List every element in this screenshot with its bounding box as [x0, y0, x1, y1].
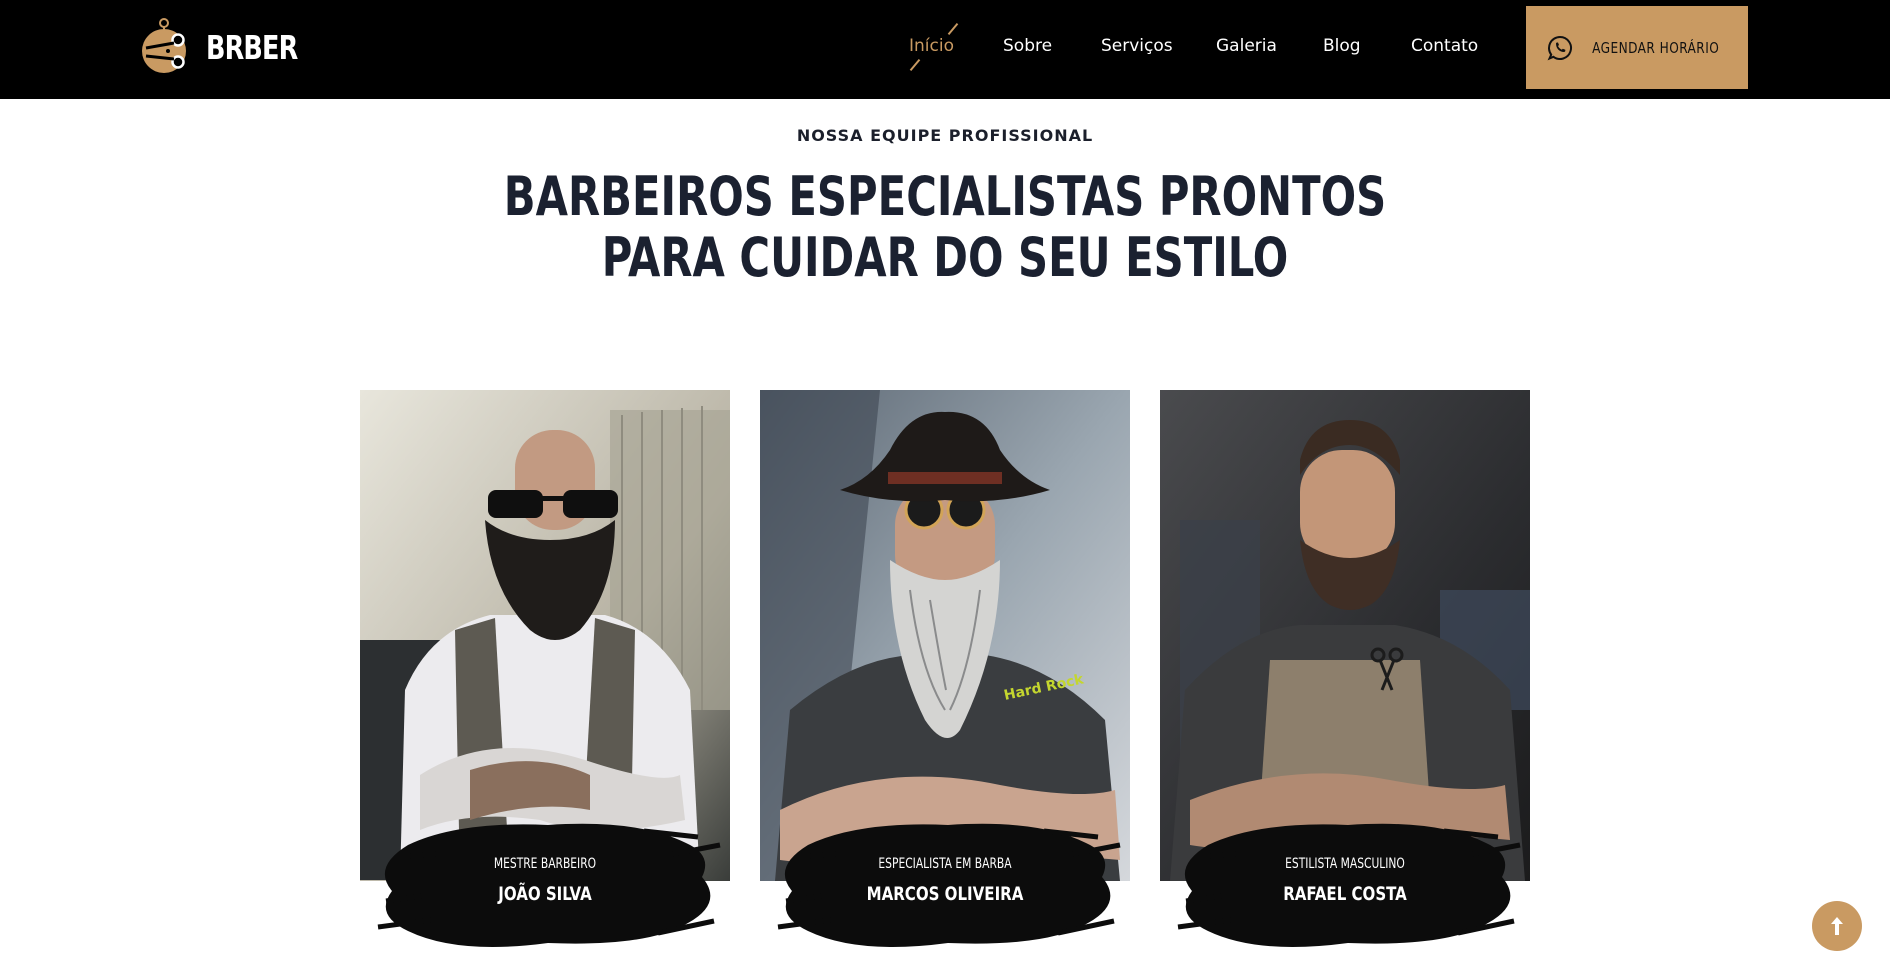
nav-item-blog[interactable]: Blog [1323, 36, 1361, 56]
brand-name: BRBER [206, 27, 298, 67]
brand-logo[interactable]: BRBER [138, 18, 312, 76]
arrow-up-icon [1831, 917, 1843, 935]
team-card[interactable]: Hard Rock ESPECIALISTA EM BARBA MARCOS O… [760, 390, 1130, 963]
barber-name: RAFAEL COSTA [1283, 883, 1407, 905]
scissors-logo-icon [142, 18, 186, 73]
nav-item-inicio[interactable]: Início [909, 36, 954, 56]
section-title-line-1: BARBEIROS ESPECIALISTAS PRONTOS [503, 165, 1387, 228]
barber-role: ESPECIALISTA EM BARBA [878, 856, 1012, 872]
active-indicator [947, 22, 959, 36]
barber-photo [360, 390, 730, 881]
barber-name: JOÃO SILVA [498, 883, 592, 905]
nav-item-galeria[interactable]: Galeria [1216, 36, 1277, 56]
nav-item-servicos[interactable]: Serviços [1101, 36, 1173, 56]
nav-item-contato[interactable]: Contato [1411, 36, 1478, 56]
barber-photo [1160, 390, 1530, 881]
whatsapp-icon [1547, 35, 1573, 60]
barber-role: ESTILISTA MASCULINO [1285, 856, 1405, 872]
section-title: BARBEIROS ESPECIALISTAS PRONTOS PARA CUI… [0, 166, 1890, 288]
site-header: BRBER Início Sobre Serviços Galeria Blog… [0, 0, 1890, 99]
team-card[interactable]: MESTRE BARBEIRO JOÃO SILVA [360, 390, 730, 963]
barber-name: MARCOS OLIVEIRA [866, 883, 1024, 905]
section-eyebrow: NOSSA EQUIPE PROFISSIONAL [796, 126, 1094, 145]
book-appointment-button[interactable]: AGENDAR HORÁRIO [1526, 6, 1748, 89]
active-indicator [909, 58, 921, 72]
book-appointment-label: AGENDAR HORÁRIO [1592, 38, 1720, 57]
section-title-line-2: PARA CUIDAR DO SEU ESTILO [601, 226, 1289, 289]
barber-photo: Hard Rock [760, 390, 1130, 881]
barber-role: MESTRE BARBEIRO [493, 856, 597, 872]
nav-item-sobre[interactable]: Sobre [1003, 36, 1052, 56]
back-to-top-button[interactable] [1812, 901, 1862, 951]
team-card[interactable]: ESTILISTA MASCULINO RAFAEL COSTA [1160, 390, 1530, 963]
